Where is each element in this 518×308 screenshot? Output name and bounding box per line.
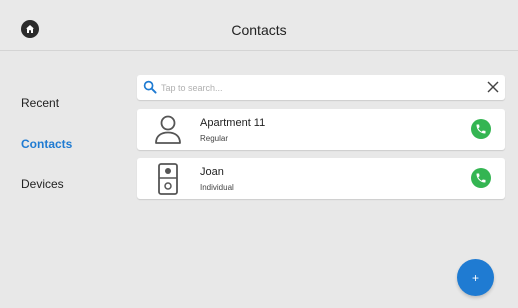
close-icon[interactable]: [486, 80, 500, 94]
sidebar-item-recent[interactable]: Recent: [21, 96, 59, 110]
call-button[interactable]: [471, 119, 491, 139]
page-title: Contacts: [231, 22, 287, 38]
call-button[interactable]: [471, 168, 491, 188]
contact-card-apartment-11[interactable]: Apartment 11 Regular: [137, 109, 505, 150]
header-bar: Contacts: [0, 0, 518, 51]
contact-card-joan[interactable]: Joan Individual: [137, 158, 505, 199]
phone-icon: [476, 173, 486, 183]
contact-name: Joan: [200, 166, 224, 178]
search-input[interactable]: [161, 79, 461, 96]
phone-icon: [476, 124, 486, 134]
app-window: Contacts Recent Contacts Devices Apartme…: [0, 0, 518, 308]
contact-type: Regular: [200, 134, 229, 143]
intercom-device-icon: [158, 163, 178, 195]
sidebar-item-contacts[interactable]: Contacts: [21, 137, 72, 151]
contact-name: Apartment 11: [200, 117, 266, 129]
contact-type: Individual: [200, 183, 234, 192]
search-bar[interactable]: [137, 75, 505, 100]
search-icon: [143, 80, 157, 94]
person-icon: [155, 115, 181, 144]
sidebar-item-devices[interactable]: Devices: [21, 177, 64, 191]
add-contact-button[interactable]: +: [457, 259, 494, 296]
